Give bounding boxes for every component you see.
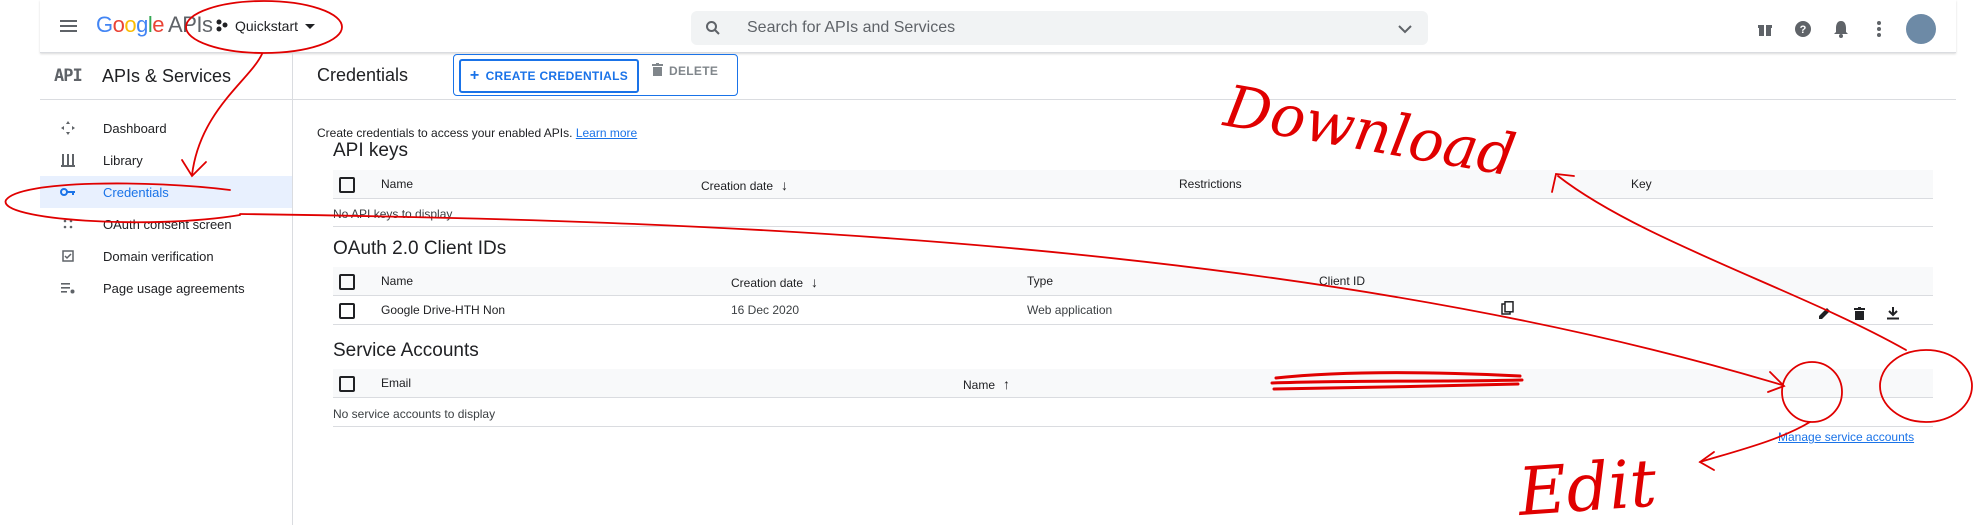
more-vert-icon[interactable]	[1868, 18, 1890, 40]
search-expand-icon[interactable]	[1398, 22, 1412, 40]
create-credentials-button[interactable]: + CREATE CREDENTIALS	[459, 59, 639, 93]
notifications-icon[interactable]	[1830, 18, 1852, 40]
sidebar-item-page-usage[interactable]: Page usage agreements	[40, 272, 292, 304]
column-label: Creation date	[701, 179, 774, 193]
plus-icon: +	[469, 67, 480, 84]
edit-icon[interactable]	[1815, 303, 1835, 323]
row-checkbox[interactable]	[339, 303, 355, 319]
logo-letter: o	[124, 12, 137, 37]
dashboard-icon	[60, 120, 76, 136]
creation-date: 16 Dec 2020	[731, 303, 800, 317]
search-icon	[705, 20, 721, 41]
key-icon	[60, 184, 76, 200]
gift-icon[interactable]	[1754, 18, 1776, 40]
create-credentials-label: CREATE CREDENTIALS	[485, 69, 629, 83]
credentials-content: Create credentials to access your enable…	[293, 99, 1956, 525]
sidebar-item-label: OAuth consent screen	[103, 216, 232, 232]
api-keys-table-header: Name Creation date ↓ Restrictions Key	[333, 170, 1933, 199]
intro-sentence: Create credentials to access your enable…	[317, 126, 573, 140]
project-hub-icon	[215, 18, 229, 35]
svg-text:?: ?	[1800, 24, 1807, 36]
select-all-checkbox[interactable]	[339, 376, 355, 392]
manage-service-accounts-link[interactable]: Manage service accounts	[1778, 430, 1914, 444]
hamburger-menu-icon[interactable]	[58, 15, 80, 37]
divider	[333, 426, 1933, 427]
sidebar-item-label: Page usage agreements	[103, 280, 245, 296]
name-column[interactable]: Name ↑	[963, 376, 1010, 392]
sidebar-item-domain-verification[interactable]: Domain verification	[40, 240, 292, 272]
arrow-up-icon: ↑	[1003, 376, 1011, 392]
sidebar-header: API APIs & Services	[40, 53, 292, 100]
arrow-down-icon: ↓	[781, 177, 789, 193]
column-header[interactable]: Restrictions	[1179, 177, 1242, 191]
select-all-checkbox[interactable]	[339, 274, 355, 290]
api-badge: API	[54, 66, 83, 86]
delete-label: DELETE	[669, 64, 719, 78]
logo-suffix: APIs	[168, 12, 213, 37]
column-header[interactable]: Type	[1027, 274, 1053, 288]
api-keys-title: API keys	[333, 140, 408, 161]
column-header[interactable]: Key	[1631, 177, 1652, 191]
dropdown-arrow-icon	[304, 18, 316, 34]
creation-date-column[interactable]: Creation date ↓	[731, 274, 818, 290]
copy-icon[interactable]	[1501, 301, 1515, 318]
search-input[interactable]: Search for APIs and Services	[747, 19, 955, 37]
column-header[interactable]: Name	[381, 274, 413, 288]
google-apis-logo[interactable]: Google APIs	[96, 12, 213, 38]
column-label: Creation date	[731, 276, 804, 290]
sidebar-title: APIs & Services	[102, 65, 232, 86]
creation-date-column[interactable]: Creation date ↓	[701, 177, 788, 193]
consent-icon	[60, 216, 76, 232]
oauth-title: OAuth 2.0 Client IDs	[333, 238, 507, 259]
library-icon	[60, 152, 76, 168]
project-selector[interactable]: Quickstart	[215, 12, 316, 40]
sidebar-item-credentials[interactable]: Credentials	[40, 176, 292, 208]
header-actions: + CREATE CREDENTIALS DELETE	[453, 54, 738, 96]
client-type: Web application	[1027, 303, 1113, 317]
intro-text: Create credentials to access your enable…	[317, 126, 637, 140]
divider	[333, 226, 1933, 227]
sidebar-item-dashboard[interactable]: Dashboard	[40, 112, 292, 144]
api-keys-empty: No API keys to display	[333, 207, 453, 221]
table-row[interactable]: Google Drive-HTH Non 16 Dec 2020 Web app…	[333, 296, 1933, 325]
oauth-table-header: Name Creation date ↓ Type Client ID	[333, 267, 1933, 296]
column-header[interactable]: Name	[381, 177, 413, 191]
sidebar-item-oauth-consent[interactable]: OAuth consent screen	[40, 208, 292, 240]
sidebar: API APIs & Services Dashboard Library Cr…	[40, 53, 293, 525]
sidebar-item-label: Dashboard	[103, 120, 167, 136]
learn-more-link[interactable]: Learn more	[576, 126, 637, 140]
logo-letter: e	[152, 12, 165, 37]
logo-letter: o	[112, 12, 125, 37]
service-accounts-table-header: Email Name ↑	[333, 369, 1933, 398]
logo-letter: G	[96, 12, 113, 37]
logo-letter: g	[136, 12, 148, 37]
download-icon[interactable]	[1883, 303, 1903, 323]
column-header[interactable]: Client ID	[1319, 274, 1365, 288]
service-accounts-empty: No service accounts to display	[333, 407, 496, 421]
delete-icon[interactable]	[1849, 303, 1869, 323]
avatar[interactable]	[1906, 14, 1936, 44]
top-bar: Google APIs Quickstart Search for APIs an…	[40, 0, 1956, 53]
page-title: Credentials	[317, 65, 409, 85]
client-name[interactable]: Google Drive-HTH Non	[381, 303, 505, 317]
help-icon[interactable]: ?	[1792, 18, 1814, 40]
sidebar-item-label: Credentials	[103, 184, 169, 200]
service-accounts-title: Service Accounts	[333, 340, 479, 361]
top-actions: ?	[1754, 14, 1936, 44]
trash-icon	[652, 63, 663, 79]
arrow-down-icon: ↓	[811, 274, 819, 290]
sidebar-item-label: Domain verification	[103, 248, 214, 264]
sidebar-item-label: Library	[103, 152, 143, 168]
column-header[interactable]: Email	[381, 376, 411, 390]
select-all-checkbox[interactable]	[339, 177, 355, 193]
checkbox-icon	[60, 248, 76, 264]
project-name: Quickstart	[235, 18, 299, 34]
sidebar-item-library[interactable]: Library	[40, 144, 292, 176]
column-label: Name	[963, 378, 996, 392]
settings-list-icon	[60, 280, 76, 296]
search-bar[interactable]: Search for APIs and Services	[691, 11, 1428, 45]
page-header: Credentials + CREATE CREDENTIALS DELETE	[293, 53, 1956, 100]
delete-button[interactable]: DELETE	[652, 63, 718, 79]
